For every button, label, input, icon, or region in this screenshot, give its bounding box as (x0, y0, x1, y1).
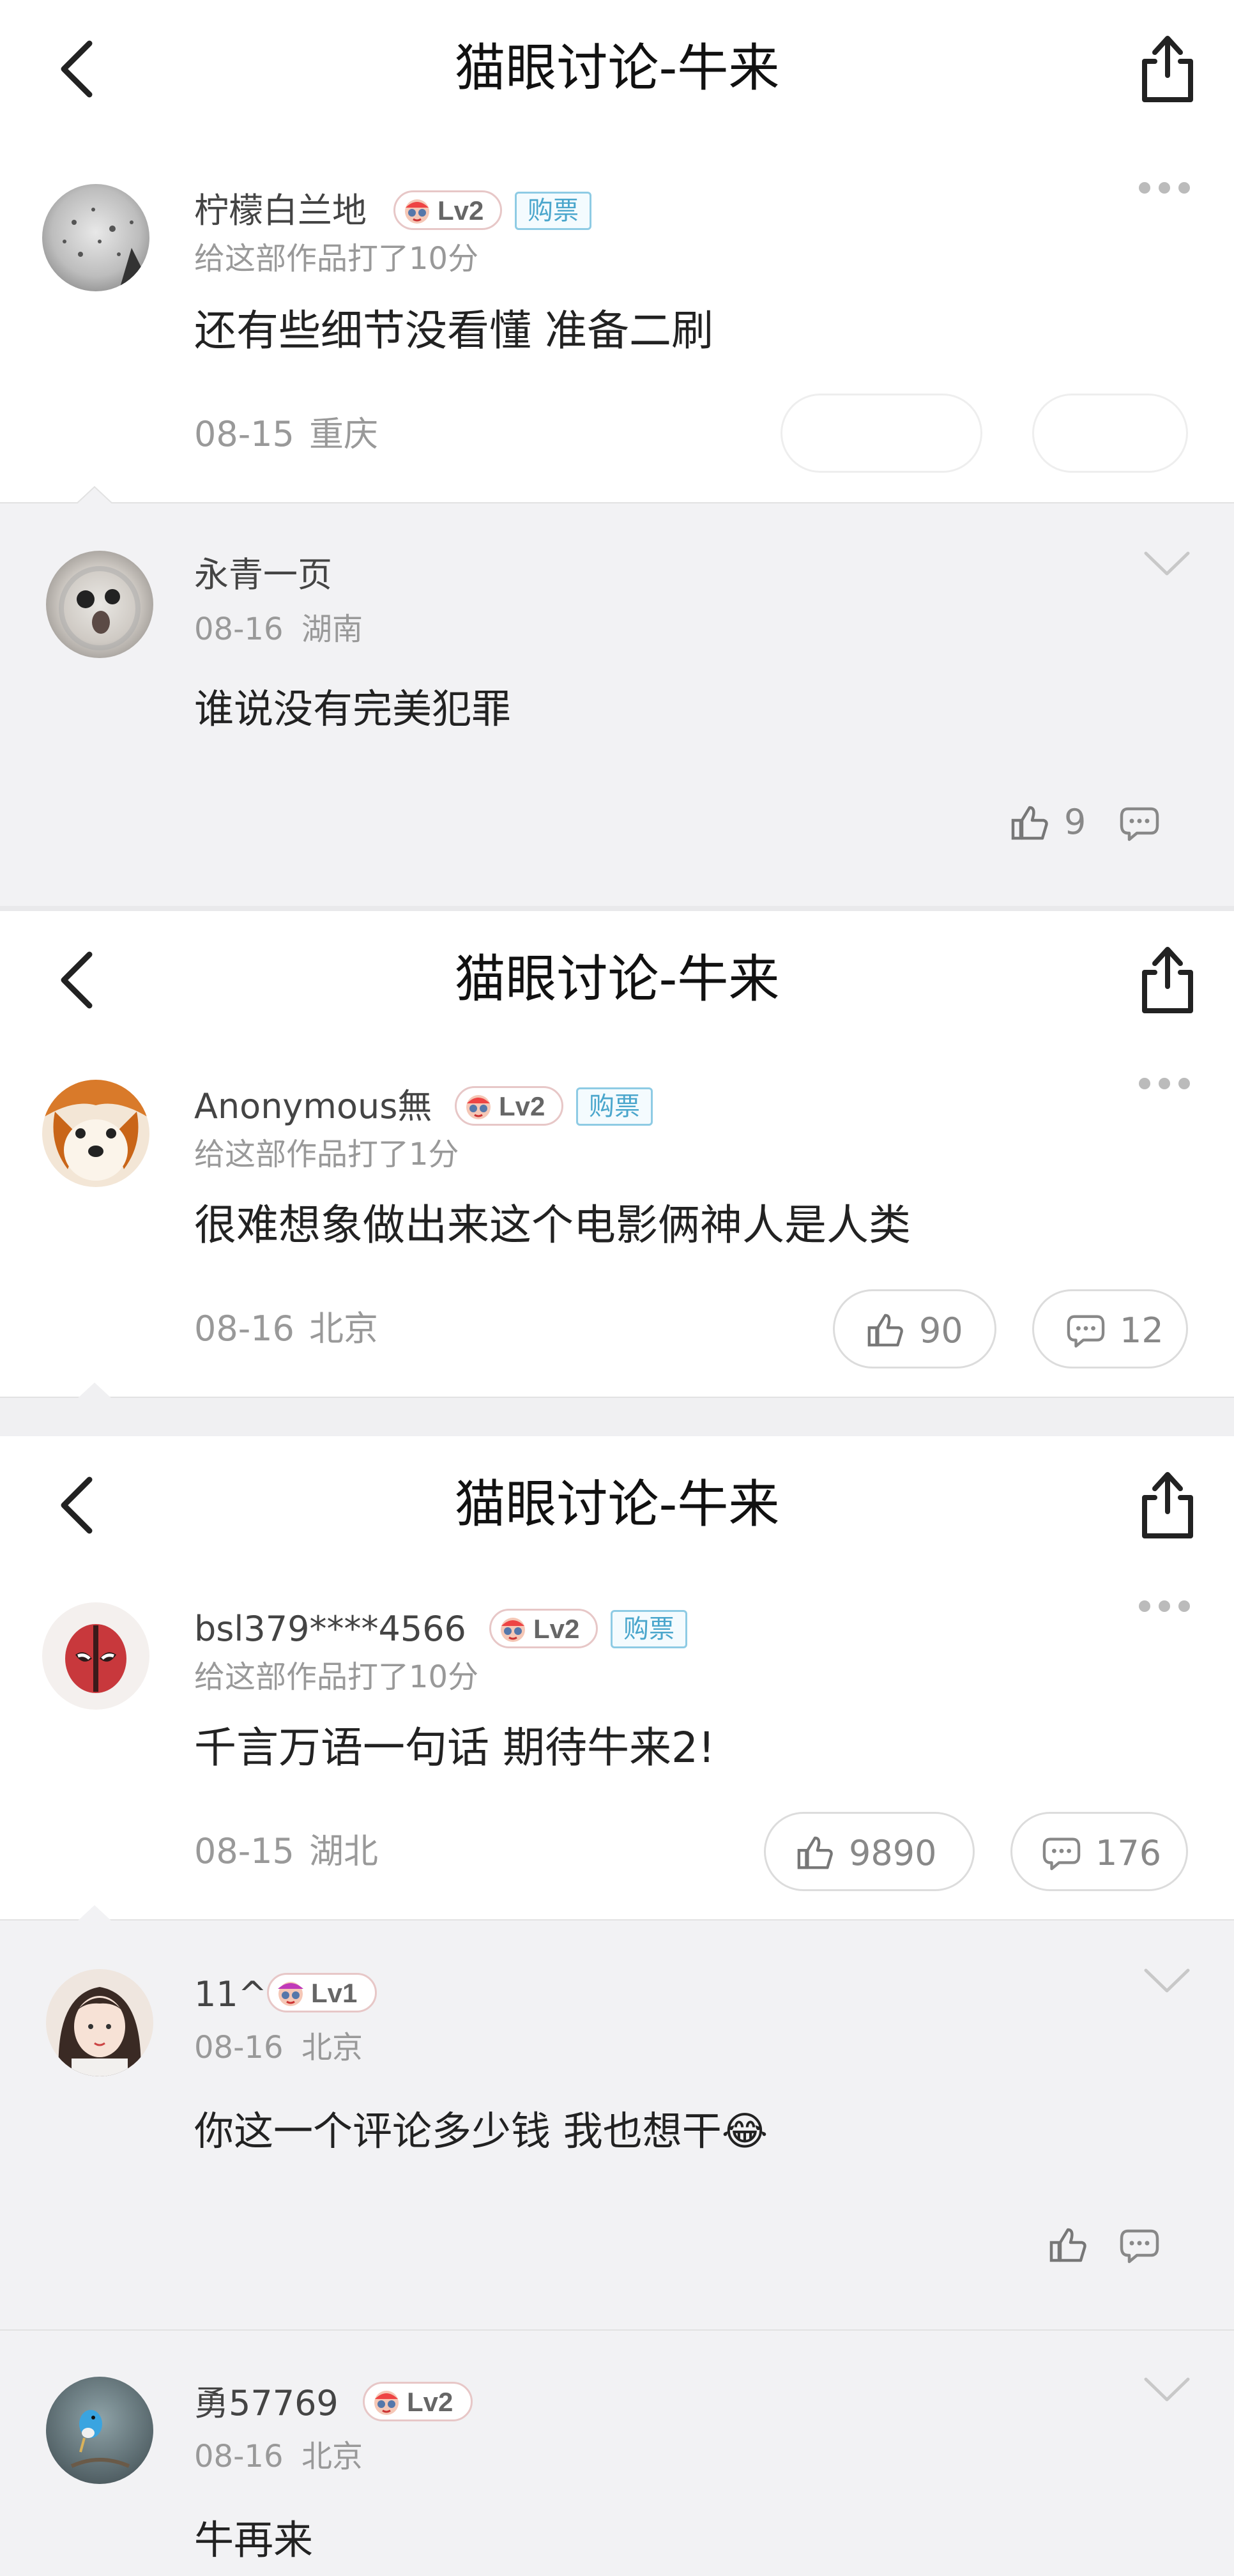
comment-count: 176 (1095, 1833, 1162, 1873)
reply-date: 08-16 (194, 2030, 284, 2066)
maoyan-face-icon (374, 2391, 399, 2415)
like-button[interactable] (781, 394, 982, 473)
share-icon[interactable] (1136, 944, 1200, 1016)
comment-city: 北京 (309, 1308, 378, 1349)
reply-content: 谁说没有完美犯罪 (194, 686, 512, 732)
username[interactable]: bsl379****4566 (194, 1609, 466, 1650)
reply-arrow-notch (77, 488, 112, 505)
reply-date: 08-16 (194, 611, 284, 647)
avatar[interactable] (46, 551, 153, 658)
thumbs-up-icon[interactable] (1010, 804, 1050, 843)
comment-icon[interactable] (1119, 804, 1160, 842)
comment-date: 08-15 (194, 414, 294, 454)
share-icon[interactable] (1136, 33, 1200, 105)
username[interactable]: 勇57769 (194, 2383, 339, 2424)
comment-button[interactable]: 12 (1032, 1289, 1188, 1368)
thumbs-up-icon (867, 1314, 903, 1347)
reply-date: 08-16 (194, 2439, 284, 2474)
more-options-icon[interactable] (1137, 1076, 1192, 1091)
comment-date: 08-15 (194, 1831, 294, 1871)
avatar[interactable] (46, 1969, 153, 2076)
level-badge: Lv1 (267, 1973, 377, 2012)
nav-header: 猫眼讨论-牛来 (0, 1436, 1234, 1577)
reply-area (0, 2331, 1234, 2576)
more-options-icon[interactable] (1137, 180, 1192, 195)
maoyan-face-icon (466, 1095, 491, 1119)
username[interactable]: 11^ (194, 1974, 267, 2015)
share-icon[interactable] (1136, 1469, 1200, 1541)
like-count: 9890 (849, 1833, 937, 1873)
maoyan-face-icon (278, 1982, 303, 2006)
more-options-icon[interactable] (1137, 1598, 1192, 1614)
comment-city: 湖北 (309, 1831, 378, 1871)
like-count: 90 (919, 1310, 963, 1351)
page-title: 猫眼讨论-牛来 (454, 38, 780, 98)
level-badge: Lv2 (489, 1609, 598, 1648)
level-badge: Lv2 (393, 190, 502, 230)
avatar[interactable] (42, 184, 149, 291)
username[interactable]: 永青一页 (194, 555, 332, 595)
reply-arrow-notch (77, 1383, 112, 1399)
rating-text: 给这部作品打了1分 (194, 1137, 459, 1172)
avatar[interactable] (46, 2377, 153, 2484)
comment-icon (1042, 1837, 1081, 1871)
rating-text: 给这部作品打了10分 (194, 1659, 479, 1695)
like-count: 9 (1064, 802, 1086, 842)
comment-count: 12 (1120, 1310, 1164, 1351)
nav-header: 猫眼讨论-牛来 (0, 911, 1234, 1052)
reply-area (0, 503, 1234, 906)
maoyan-face-icon (501, 1618, 525, 1642)
page-title: 猫眼讨论-牛来 (454, 1475, 780, 1534)
ticket-badge: 购票 (515, 192, 591, 230)
comment-content: 千言万语一句话 期待牛来2! (194, 1723, 715, 1772)
comment-city: 重庆 (309, 414, 378, 454)
ticket-badge: 购票 (611, 1610, 687, 1648)
reply-city: 北京 (301, 2439, 363, 2474)
chevron-down-icon[interactable] (1143, 549, 1191, 578)
page-title: 猫眼讨论-牛来 (454, 949, 780, 1009)
chevron-down-icon[interactable] (1143, 1966, 1191, 1995)
comment-button[interactable]: 176 (1010, 1812, 1188, 1891)
reply-content: 你这一个评论多少钱 我也想干😂 (194, 2108, 768, 2154)
like-button[interactable]: 9890 (764, 1812, 975, 1891)
ticket-badge: 购票 (576, 1087, 653, 1126)
username[interactable]: 柠檬白兰地 (194, 190, 367, 231)
reply-content: 牛再来 (194, 2517, 314, 2563)
comment-content: 还有些细节没看懂 准备二刷 (194, 306, 713, 355)
like-button[interactable]: 90 (833, 1289, 996, 1368)
comment-icon (1067, 1315, 1105, 1348)
nav-header: 猫眼讨论-牛来 (0, 0, 1234, 141)
thumbs-up-icon[interactable] (1049, 2226, 1088, 2266)
username[interactable]: Anonymous無 (194, 1086, 432, 1127)
maoyan-face-icon (405, 199, 429, 224)
level-badge: Lv2 (363, 2382, 473, 2421)
comment-button[interactable] (1032, 394, 1188, 473)
comment-content: 很难想象做出来这个电影俩神人是人类 (194, 1200, 911, 1250)
chevron-down-icon[interactable] (1143, 2375, 1191, 2404)
comment-icon[interactable] (1119, 2226, 1160, 2264)
rating-text: 给这部作品打了10分 (194, 241, 479, 277)
avatar[interactable] (42, 1080, 149, 1187)
avatar[interactable] (42, 1602, 149, 1710)
reply-arrow-notch (77, 1905, 112, 1922)
reply-city: 湖南 (301, 611, 363, 647)
reply-city: 北京 (301, 2030, 363, 2066)
level-badge: Lv2 (455, 1086, 563, 1126)
thumbs-up-icon (797, 1836, 833, 1869)
comment-date: 08-16 (194, 1308, 294, 1349)
